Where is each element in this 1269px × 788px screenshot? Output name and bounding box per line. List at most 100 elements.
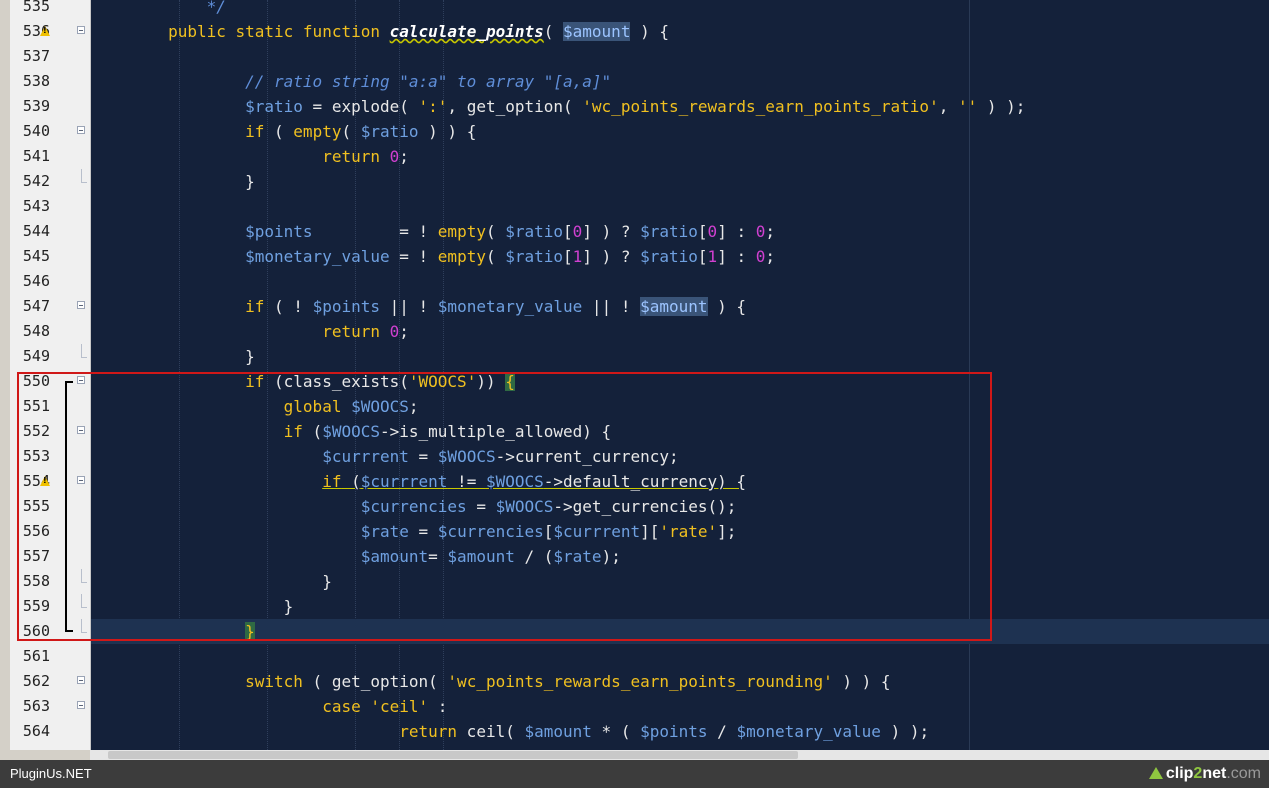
logo-text-2: 2 bbox=[1193, 765, 1203, 782]
gutter-row: 541 bbox=[10, 144, 90, 169]
code-line[interactable]: case 'ceil' : bbox=[91, 694, 1269, 719]
gutter-row: 549 bbox=[10, 344, 90, 369]
gutter-row: 560 bbox=[10, 619, 90, 644]
line-number: 537 bbox=[22, 47, 50, 65]
gutter-row: 539 bbox=[10, 94, 90, 119]
code-line[interactable]: if ($currrent != $WOOCS->default_currenc… bbox=[91, 469, 1269, 494]
gutter-row: 557 bbox=[10, 544, 90, 569]
clip2net-arrow-icon bbox=[1148, 767, 1163, 779]
gutter-row: 547 bbox=[10, 294, 90, 319]
line-number: 563 bbox=[22, 697, 50, 715]
code-editor[interactable]: 535 536 537 538 539 540 541 542 543 544 545 546 547 5… bbox=[0, 0, 1269, 750]
line-number: 544 bbox=[22, 222, 50, 240]
code-line[interactable]: } bbox=[91, 619, 1269, 644]
editor-left-margin bbox=[0, 0, 10, 750]
code-line[interactable]: } bbox=[91, 569, 1269, 594]
code-line[interactable]: $monetary_value = ! empty( $ratio[1] ) ?… bbox=[91, 244, 1269, 269]
line-number: 540 bbox=[22, 122, 50, 140]
code-line[interactable] bbox=[91, 269, 1269, 294]
gutter-row: 543 bbox=[10, 194, 90, 219]
fold-collapse-icon[interactable] bbox=[77, 426, 85, 434]
gutter-row: 544 bbox=[10, 219, 90, 244]
line-number: 545 bbox=[22, 247, 50, 265]
code-line[interactable]: */ bbox=[91, 0, 1269, 19]
gutter-row: 536 bbox=[10, 19, 90, 44]
warning-icon[interactable] bbox=[40, 476, 50, 486]
fold-collapse-icon[interactable] bbox=[77, 26, 85, 34]
code-line[interactable]: $ratio = explode( ':', get_option( 'wc_p… bbox=[91, 94, 1269, 119]
fold-collapse-icon[interactable] bbox=[77, 701, 85, 709]
fold-end-marker bbox=[81, 619, 87, 633]
line-number: 535 bbox=[22, 0, 50, 15]
line-number: 552 bbox=[22, 422, 50, 440]
fold-collapse-icon[interactable] bbox=[77, 376, 85, 384]
code-line[interactable] bbox=[91, 44, 1269, 69]
scrollbar-corner bbox=[0, 750, 90, 760]
gutter-row: 537 bbox=[10, 44, 90, 69]
clip2net-logo[interactable]: clip2net.com bbox=[1148, 763, 1261, 785]
line-number: 553 bbox=[22, 447, 50, 465]
gutter-row: 561 bbox=[10, 644, 90, 669]
code-line[interactable]: // ratio string "a:a" to array "[a,a]" bbox=[91, 69, 1269, 94]
scope-bracket bbox=[65, 394, 73, 419]
line-number: 558 bbox=[22, 572, 50, 590]
code-line[interactable]: } bbox=[91, 594, 1269, 619]
fold-collapse-icon[interactable] bbox=[77, 126, 85, 134]
fold-end-marker bbox=[81, 569, 87, 583]
line-number-gutter: 535 536 537 538 539 540 541 542 543 544 545 546 547 5… bbox=[10, 0, 91, 750]
code-line[interactable]: switch ( get_option( 'wc_points_rewards_… bbox=[91, 669, 1269, 694]
code-line[interactable]: return 0; bbox=[91, 144, 1269, 169]
code-line[interactable]: if ( empty( $ratio ) ) { bbox=[91, 119, 1269, 144]
line-number: 560 bbox=[22, 622, 50, 640]
gutter-row: 559 bbox=[10, 594, 90, 619]
logo-text-clip: clip bbox=[1165, 765, 1194, 782]
horizontal-scroll-thumb[interactable] bbox=[108, 751, 798, 759]
code-line[interactable]: $amount= $amount / ($rate); bbox=[91, 544, 1269, 569]
code-line[interactable]: return 0; bbox=[91, 319, 1269, 344]
gutter-row: 556 bbox=[10, 519, 90, 544]
code-line[interactable]: if ( ! $points || ! $monetary_value || !… bbox=[91, 294, 1269, 319]
fold-collapse-icon[interactable] bbox=[77, 676, 85, 684]
fold-collapse-icon[interactable] bbox=[77, 476, 85, 484]
code-line[interactable]: $currrent = $WOOCS->current_currency; bbox=[91, 444, 1269, 469]
code-line[interactable]: $points = ! empty( $ratio[0] ) ? $ratio[… bbox=[91, 219, 1269, 244]
code-line[interactable]: } bbox=[91, 344, 1269, 369]
gutter-row: 552 bbox=[10, 419, 90, 444]
gutter-row: 551 bbox=[10, 394, 90, 419]
gutter-row: 546 bbox=[10, 269, 90, 294]
code-line[interactable] bbox=[91, 644, 1269, 669]
warning-icon[interactable] bbox=[40, 26, 50, 36]
gutter-row: 562 bbox=[10, 669, 90, 694]
line-number: 550 bbox=[22, 372, 50, 390]
footer-watermark: PluginUs.NET bbox=[10, 766, 92, 781]
scope-bracket bbox=[65, 594, 73, 619]
gutter-row: 535 bbox=[10, 0, 90, 19]
horizontal-scrollbar[interactable] bbox=[90, 750, 1269, 760]
scope-bracket bbox=[65, 619, 73, 632]
line-number: 548 bbox=[22, 322, 50, 340]
scope-bracket bbox=[65, 544, 73, 569]
line-number: 543 bbox=[22, 197, 50, 215]
gutter-row: 540 bbox=[10, 119, 90, 144]
line-number: 542 bbox=[22, 172, 50, 190]
line-number: 555 bbox=[22, 497, 50, 515]
fold-collapse-icon[interactable] bbox=[77, 301, 85, 309]
gutter-row: 555 bbox=[10, 494, 90, 519]
code-line[interactable]: $rate = $currencies[$currrent]['rate']; bbox=[91, 519, 1269, 544]
scope-bracket bbox=[65, 519, 73, 544]
line-number: 546 bbox=[22, 272, 50, 290]
code-area[interactable]: */ public static function calculate_poin… bbox=[91, 0, 1269, 750]
line-number: 541 bbox=[22, 147, 50, 165]
code-line[interactable]: global $WOOCS; bbox=[91, 394, 1269, 419]
line-number: 551 bbox=[22, 397, 50, 415]
code-line[interactable]: public static function calculate_points(… bbox=[91, 19, 1269, 44]
gutter-row: 542 bbox=[10, 169, 90, 194]
code-line[interactable]: return ceil( $amount * ( $points / $mone… bbox=[91, 719, 1269, 744]
code-line[interactable]: if ($WOOCS->is_multiple_allowed) { bbox=[91, 419, 1269, 444]
gutter-row: 558 bbox=[10, 569, 90, 594]
code-line[interactable]: $currencies = $WOOCS->get_currencies(); bbox=[91, 494, 1269, 519]
gutter-row: 548 bbox=[10, 319, 90, 344]
code-line[interactable]: if (class_exists('WOOCS')) { bbox=[91, 369, 1269, 394]
code-line[interactable]: } bbox=[91, 169, 1269, 194]
code-line[interactable] bbox=[91, 194, 1269, 219]
